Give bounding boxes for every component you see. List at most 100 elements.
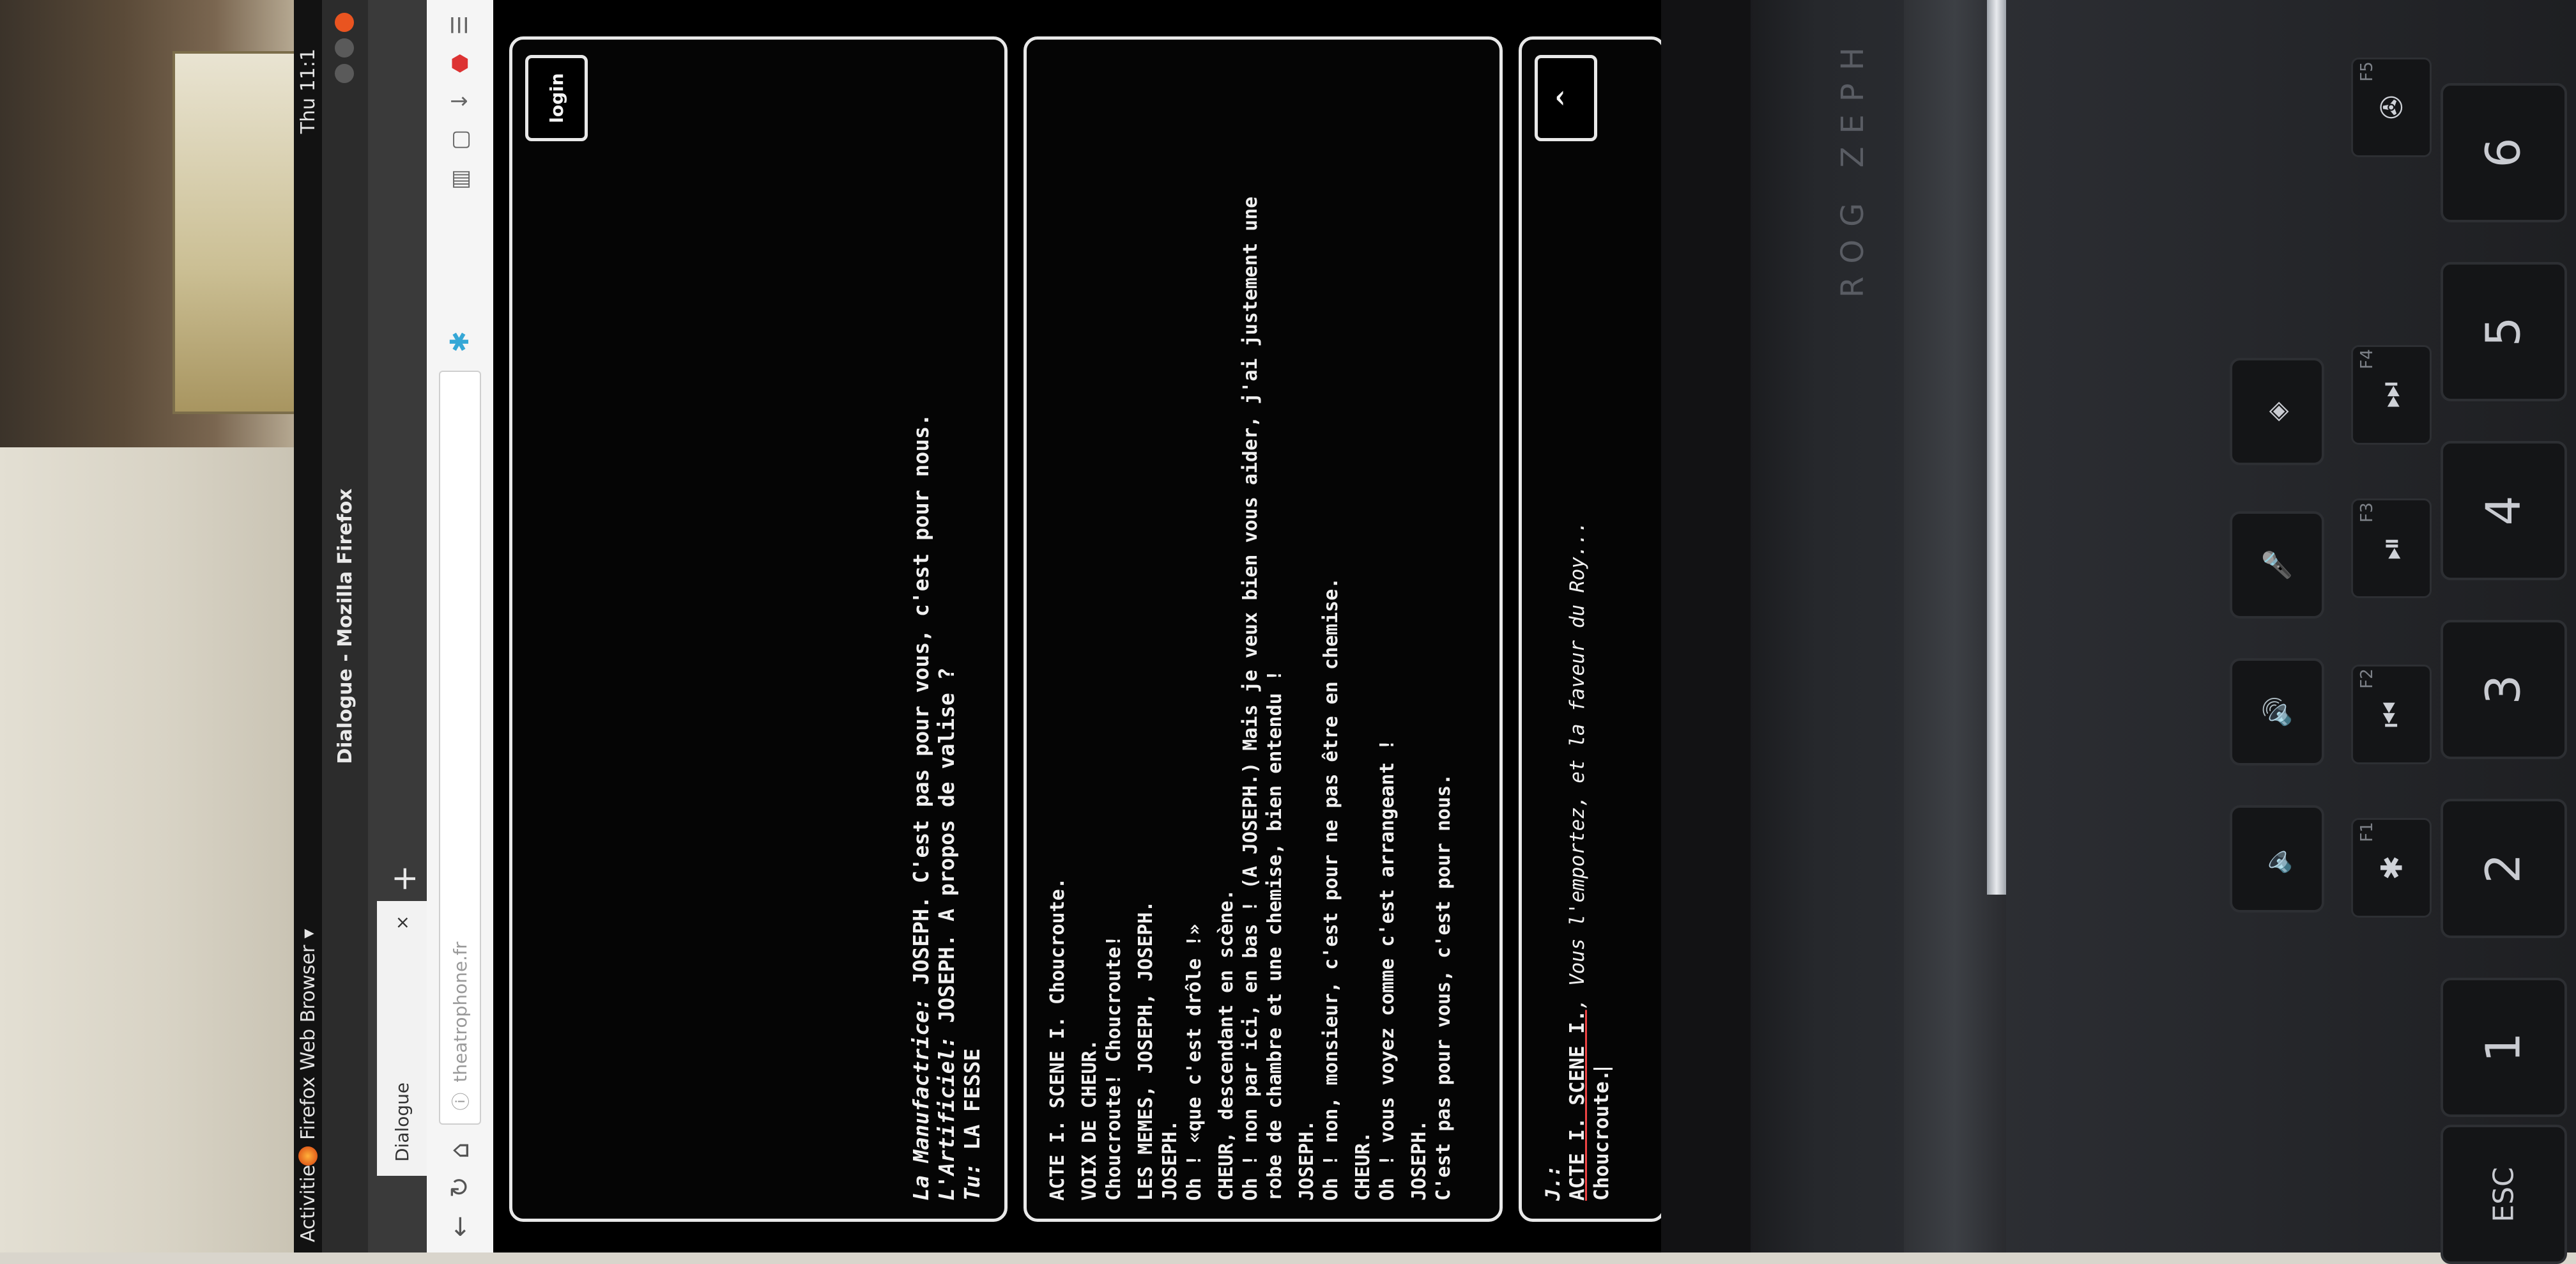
new-tab-button[interactable]: +	[382, 856, 427, 901]
info-icon[interactable]: ⓘ	[447, 1093, 473, 1111]
activities-button[interactable]: Activities	[297, 1155, 319, 1242]
next-track-icon: ⏭	[2373, 382, 2408, 408]
input-prompt: J.:	[1542, 1165, 1565, 1201]
download-icon[interactable]: ↓	[447, 92, 473, 111]
script-line: CHEUR.	[1352, 1131, 1374, 1201]
brightness-icon: ✱	[2373, 855, 2409, 881]
key-label: 2	[2476, 853, 2531, 884]
chevron-down-icon: ▾	[296, 929, 319, 939]
key-mic-mute[interactable]: 🎤	[2230, 511, 2324, 619]
reload-icon[interactable]: ↻	[445, 1176, 475, 1198]
chat-line: Tu: LA FESSE	[960, 413, 985, 1201]
fkey-label: F4	[2357, 349, 2377, 369]
script-line: Choucroute! Choucroute!	[1103, 935, 1125, 1201]
tab-dialogue[interactable]: Dialogue ×	[377, 901, 427, 1176]
key-3[interactable]: 3	[2441, 620, 2567, 759]
dialogue-input[interactable]: J.: ACTE I. SCENE I., Vous l'emportez, e…	[1541, 167, 1614, 1201]
fkey-f5[interactable]: F5 ✇	[2351, 58, 2432, 157]
key-4[interactable]: 4	[2441, 441, 2567, 580]
key-label: 4	[2476, 495, 2531, 526]
monitor-screen: Activities Firefox Web Browser ▾ Thu 11:…	[294, 0, 1661, 1252]
chat-speaker: Tu:	[960, 1162, 985, 1201]
tab-label: Dialogue	[391, 1082, 413, 1162]
fkey-label: F3	[2357, 502, 2377, 523]
script-line: JOSEPH.	[1408, 1120, 1430, 1201]
chat-panel: login La Manufactrice: JOSEPH. C'est pas…	[509, 36, 1008, 1222]
script-panel: ACTE I. SCENE I. Choucroute. VOIX DE CHE…	[1023, 36, 1503, 1222]
adblock-icon[interactable]: ⬣	[447, 54, 473, 73]
script-line: Oh ! non par ici, en bas ! (A JOSEPH.) M…	[1239, 196, 1262, 1201]
fkey-f3[interactable]: F3 ⏯	[2351, 498, 2432, 598]
laptop-trim	[1987, 0, 2006, 895]
script-line: Oh ! non, monsieur, c'est pour ne pas êt…	[1320, 577, 1342, 1201]
tab-strip: Dialogue × +	[368, 0, 427, 1252]
key-volume-up[interactable]: 🔊	[2230, 658, 2324, 766]
key-label: ESC	[2487, 1166, 2520, 1222]
chat-text: LA FESSE	[960, 1048, 985, 1150]
script-line	[1400, 187, 1407, 1201]
chat-text: JOSEPH. A propos de valise ?	[934, 667, 959, 1023]
script-line: Oh ! «que c'est drôle !»	[1183, 923, 1206, 1201]
input-text: , Vous l'emportez, et la faveur du Roy..…	[1566, 521, 1589, 1010]
maximize-icon[interactable]	[335, 38, 354, 58]
key-6[interactable]: 6	[2441, 83, 2567, 222]
script-line: CHEUR, descendant en scène.	[1215, 889, 1238, 1201]
url-text: theatrophone.fr	[449, 941, 471, 1083]
play-pause-icon: ⏯	[2373, 536, 2408, 560]
fan-icon: ✇	[2373, 95, 2409, 120]
key-1[interactable]: 1	[2441, 978, 2567, 1117]
key-label: 6	[2476, 137, 2531, 168]
script-text: ACTE I. SCENE I. Choucroute. VOIX DE CHE…	[1046, 187, 1456, 1201]
home-icon[interactable]: ⌂	[445, 1143, 475, 1159]
clock[interactable]: Thu 11:1	[297, 49, 319, 134]
app-menu-label: Firefox Web Browser	[296, 944, 319, 1140]
chat-speaker: L'Artificiel:	[934, 1035, 959, 1201]
script-line	[1344, 187, 1351, 1201]
script-line: JOSEPH.	[1296, 1120, 1318, 1201]
fkey-f1[interactable]: F1 ✱	[2351, 818, 2432, 918]
url-bar[interactable]: ⓘ theatrophone.fr	[439, 370, 481, 1125]
chat-log: La Manufactrice: JOSEPH. C'est pas pour …	[908, 413, 985, 1201]
script-line: VOIX DE CHEUR.	[1078, 1039, 1101, 1201]
key-label: 5	[2476, 316, 2531, 347]
login-button[interactable]: login	[525, 55, 588, 141]
script-line: ACTE I. SCENE I. Choucroute.	[1046, 877, 1069, 1201]
input-text-line2: Choucroute.	[1590, 1069, 1613, 1201]
script-line	[1287, 187, 1295, 1201]
menu-icon[interactable]: ☰	[447, 15, 473, 35]
collapse-button[interactable]: ^	[1535, 55, 1597, 141]
key-esc[interactable]: ESC	[2441, 1125, 2567, 1264]
script-line: Oh ! vous voyez comme c'est arrangeant !	[1376, 739, 1399, 1201]
script-line: LES MEMES, JOSEPH, JOSEPH.	[1135, 900, 1157, 1201]
back-icon[interactable]: ←	[445, 1215, 475, 1237]
rog-logo-icon: ◈	[2262, 401, 2292, 422]
volume-up-icon: 🔊	[2262, 696, 2292, 728]
key-5[interactable]: 5	[2441, 262, 2567, 401]
fkey-f4[interactable]: F4 ⏭	[2351, 345, 2432, 445]
input-line: ACTE I. SCENE I., Vous l'emportez, et la…	[1565, 167, 1590, 1201]
chat-text: JOSEPH. C'est pas pour vous, c'est pour …	[908, 413, 933, 985]
minimize-icon[interactable]	[335, 64, 354, 83]
fkey-f2[interactable]: F2 ⏮	[2351, 665, 2432, 764]
chat-speaker: La Manufactrice:	[908, 998, 933, 1201]
page-action-icon[interactable]: ✱	[445, 331, 475, 353]
app-menu[interactable]: Firefox Web Browser ▾	[297, 929, 319, 1166]
library-icon[interactable]: ▥	[447, 169, 473, 190]
key-rog[interactable]: ◈	[2230, 358, 2324, 465]
sidebar-icon[interactable]: ▢	[447, 130, 473, 150]
mic-mute-icon: 🎤	[2262, 549, 2292, 581]
toolbar-right: ▥ ▢ ↓ ⬣ ☰	[447, 15, 473, 190]
volume-down-icon: 🔈	[2262, 843, 2292, 875]
navigation-toolbar: ← ↻ ⌂ ⓘ theatrophone.fr ✱ ▥ ▢ ↓ ⬣ ☰	[427, 0, 493, 1252]
fkey-label: F5	[2357, 61, 2377, 82]
tab-close-icon[interactable]: ×	[392, 915, 413, 930]
prev-track-icon: ⏮	[2373, 701, 2408, 728]
keyboard: ESC 1 2 3 4 5 6 F1 ✱ F2 ⏮ F3 ⏯ F4 ⏭ F5 ✇ 🔈 🔊 …	[2211, 0, 2576, 1264]
script-line	[1207, 187, 1215, 1201]
input-panel[interactable]: ^ J.: ACTE I. SCENE I., Vous l'emportez,…	[1519, 36, 1661, 1222]
key-2[interactable]: 2	[2441, 799, 2567, 938]
close-icon[interactable]	[335, 13, 354, 32]
firefox-icon	[298, 1146, 318, 1166]
window-titlebar[interactable]: Dialogue - Mozilla Firefox	[322, 0, 368, 1252]
key-volume-down[interactable]: 🔈	[2230, 805, 2324, 913]
